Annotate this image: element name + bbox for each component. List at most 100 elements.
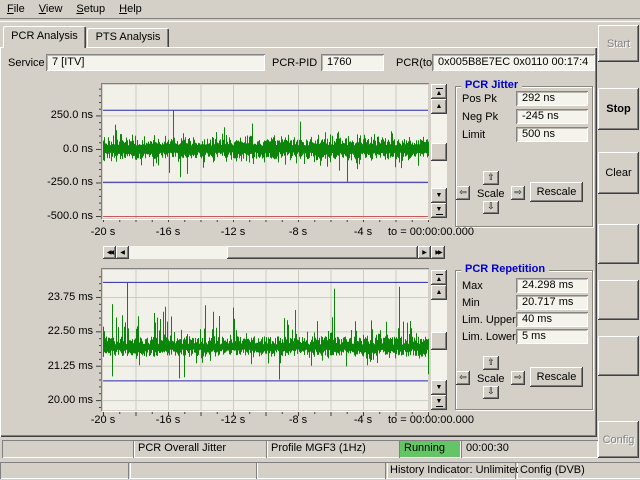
neg-pk-label: Neg Pk xyxy=(462,111,498,123)
axis-tick-label: -20 s xyxy=(91,226,115,238)
axis-tick-label: to = 00:00:00.000 xyxy=(388,414,474,426)
scale-left-button[interactable]: ⇦ xyxy=(456,186,470,200)
axis-tick-label: -4 s xyxy=(354,226,372,238)
axis-tick-label: 21.25 ms xyxy=(48,360,93,372)
scroll-up-icon[interactable]: ▲ xyxy=(431,285,447,300)
time-hscrollbar: ◀◀ ◀ ▶ ▶▶ xyxy=(103,246,445,259)
service-label: Service xyxy=(8,57,45,69)
fast-right-icon[interactable]: ▶▶ xyxy=(431,246,445,259)
jitter-chart xyxy=(95,80,429,222)
scale-label: Scale xyxy=(477,188,505,200)
lim-lower-label: Lim. Lower xyxy=(462,331,516,343)
pos-pk-value: 292 ns xyxy=(516,91,588,106)
menu-setup[interactable]: Setup xyxy=(69,1,112,17)
repetition-chart xyxy=(95,265,429,417)
scroll-right-icon[interactable]: ▶ xyxy=(418,246,431,259)
blank-button[interactable] xyxy=(598,280,639,320)
status-config: Config (DVB) xyxy=(515,462,640,479)
scale-label: Scale xyxy=(477,373,505,385)
status-history-indicator: History Indicator: Unlimited xyxy=(385,462,518,479)
repetition-vscroll-thumb[interactable] xyxy=(431,332,447,350)
axis-tick-label: 23.75 ms xyxy=(48,291,93,303)
axis-tick-label: to = 00:00:00.000 xyxy=(388,226,474,238)
menu-separator xyxy=(0,18,640,22)
service-field: 7 [ITV] xyxy=(46,54,265,71)
limit-label: Limit xyxy=(462,129,485,141)
stop-button[interactable]: Stop xyxy=(598,88,639,130)
scale-down-button[interactable]: ⇩ xyxy=(483,386,499,399)
scale-left-button[interactable]: ⇦ xyxy=(456,371,470,385)
scroll-down-icon[interactable]: ▼ xyxy=(431,188,447,203)
jitter-vscroll-thumb[interactable] xyxy=(431,143,447,161)
repetition-rescale-button[interactable]: Rescale xyxy=(530,367,583,387)
status-measurement: PCR Overall Jitter xyxy=(133,440,268,458)
scale-up-to-limit-icon[interactable]: ▲ xyxy=(431,270,447,285)
status-profile: Profile MGF3 (1Hz) xyxy=(266,440,401,458)
limit-value: 500 ns xyxy=(516,127,588,142)
axis-tick-label: 22.50 ms xyxy=(48,325,93,337)
jitter-vscrollbar: ▲ ▲ ▼ ▼ xyxy=(431,84,447,218)
axis-tick-label: 250.0 ns xyxy=(51,109,93,121)
status-running-badge: Running xyxy=(399,440,461,458)
hscroll-thumb[interactable] xyxy=(227,246,418,259)
scale-right-button[interactable]: ⇨ xyxy=(511,186,525,200)
pcr-repetition-title: PCR Repetition xyxy=(461,263,549,275)
neg-pk-value: -245 ns xyxy=(516,109,588,124)
scroll-left-icon[interactable]: ◀ xyxy=(116,246,129,259)
status-blank-panel xyxy=(2,440,135,458)
status-blank-panel xyxy=(256,462,388,479)
lim-lower-value: 5 ms xyxy=(516,329,588,344)
axis-tick-label: -8 s xyxy=(289,414,307,426)
app-window: File View Setup Help PCR Analysis PTS An… xyxy=(0,0,640,480)
clear-button[interactable]: Clear xyxy=(598,152,639,194)
menu-help[interactable]: Help xyxy=(112,1,149,17)
axis-tick-label: -250.0 ns xyxy=(47,176,93,188)
status-blank-panel xyxy=(128,462,258,479)
tab-pcr-analysis[interactable]: PCR Analysis xyxy=(3,26,86,48)
scroll-down-icon[interactable]: ▼ xyxy=(431,380,447,395)
scale-down-button[interactable]: ⇩ xyxy=(483,201,499,214)
min-value: 20.717 ms xyxy=(516,295,588,310)
pcr-jitter-title: PCR Jitter xyxy=(461,79,522,91)
axis-tick-label: -12 s xyxy=(221,414,245,426)
max-value: 24.298 ms xyxy=(516,278,588,293)
pcr-pid-label: PCR-PID xyxy=(272,57,317,69)
axis-tick-label: -20 s xyxy=(91,414,115,426)
axis-tick-label: 20.00 ms xyxy=(48,394,93,406)
axis-tick-label: 0.0 ns xyxy=(63,143,93,155)
pcr-jitter-groupbox: PCR Jitter xyxy=(455,86,593,227)
scale-right-button[interactable]: ⇨ xyxy=(511,371,525,385)
tab-pts-analysis[interactable]: PTS Analysis xyxy=(87,28,169,47)
scale-up-button[interactable]: ⇧ xyxy=(483,356,499,370)
scale-down-to-limit-icon[interactable]: ▼ xyxy=(431,203,447,218)
scroll-up-icon[interactable]: ▲ xyxy=(431,99,447,114)
menu-file[interactable]: File xyxy=(0,1,32,17)
axis-tick-label: -16 s xyxy=(156,414,180,426)
min-label: Min xyxy=(462,297,480,309)
axis-tick-label: -12 s xyxy=(221,226,245,238)
menu-bar: File View Setup Help xyxy=(0,0,640,18)
blank-button[interactable] xyxy=(598,224,639,264)
axis-tick-label: -500.0 ns xyxy=(47,210,93,222)
jitter-rescale-button[interactable]: Rescale xyxy=(530,182,583,202)
pcr-to-field: 0x005B8E7EC 0x0110 00:17:4 xyxy=(432,54,595,71)
fast-left-icon[interactable]: ◀◀ xyxy=(103,246,116,259)
menu-view[interactable]: View xyxy=(32,1,70,17)
blank-button[interactable] xyxy=(598,336,639,376)
lim-upper-value: 40 ms xyxy=(516,312,588,327)
axis-tick-label: -4 s xyxy=(354,414,372,426)
axis-tick-label: -16 s xyxy=(156,226,180,238)
axis-tick-label: -8 s xyxy=(289,226,307,238)
max-label: Max xyxy=(462,280,483,292)
config-button[interactable]: Config xyxy=(598,421,639,458)
scale-up-button[interactable]: ⇧ xyxy=(483,171,499,185)
status-elapsed-time: 00:00:30 xyxy=(461,440,598,458)
start-button[interactable]: Start xyxy=(598,25,639,62)
pos-pk-label: Pos Pk xyxy=(462,93,497,105)
repetition-vscrollbar: ▲ ▲ ▼ ▼ xyxy=(431,270,447,410)
status-blank-panel xyxy=(0,462,131,479)
scale-up-to-limit-icon[interactable]: ▲ xyxy=(431,84,447,99)
scale-down-to-limit-icon[interactable]: ▼ xyxy=(431,395,447,410)
lim-upper-label: Lim. Upper xyxy=(462,314,516,326)
pcr-to-label: PCR(to) xyxy=(396,57,436,69)
